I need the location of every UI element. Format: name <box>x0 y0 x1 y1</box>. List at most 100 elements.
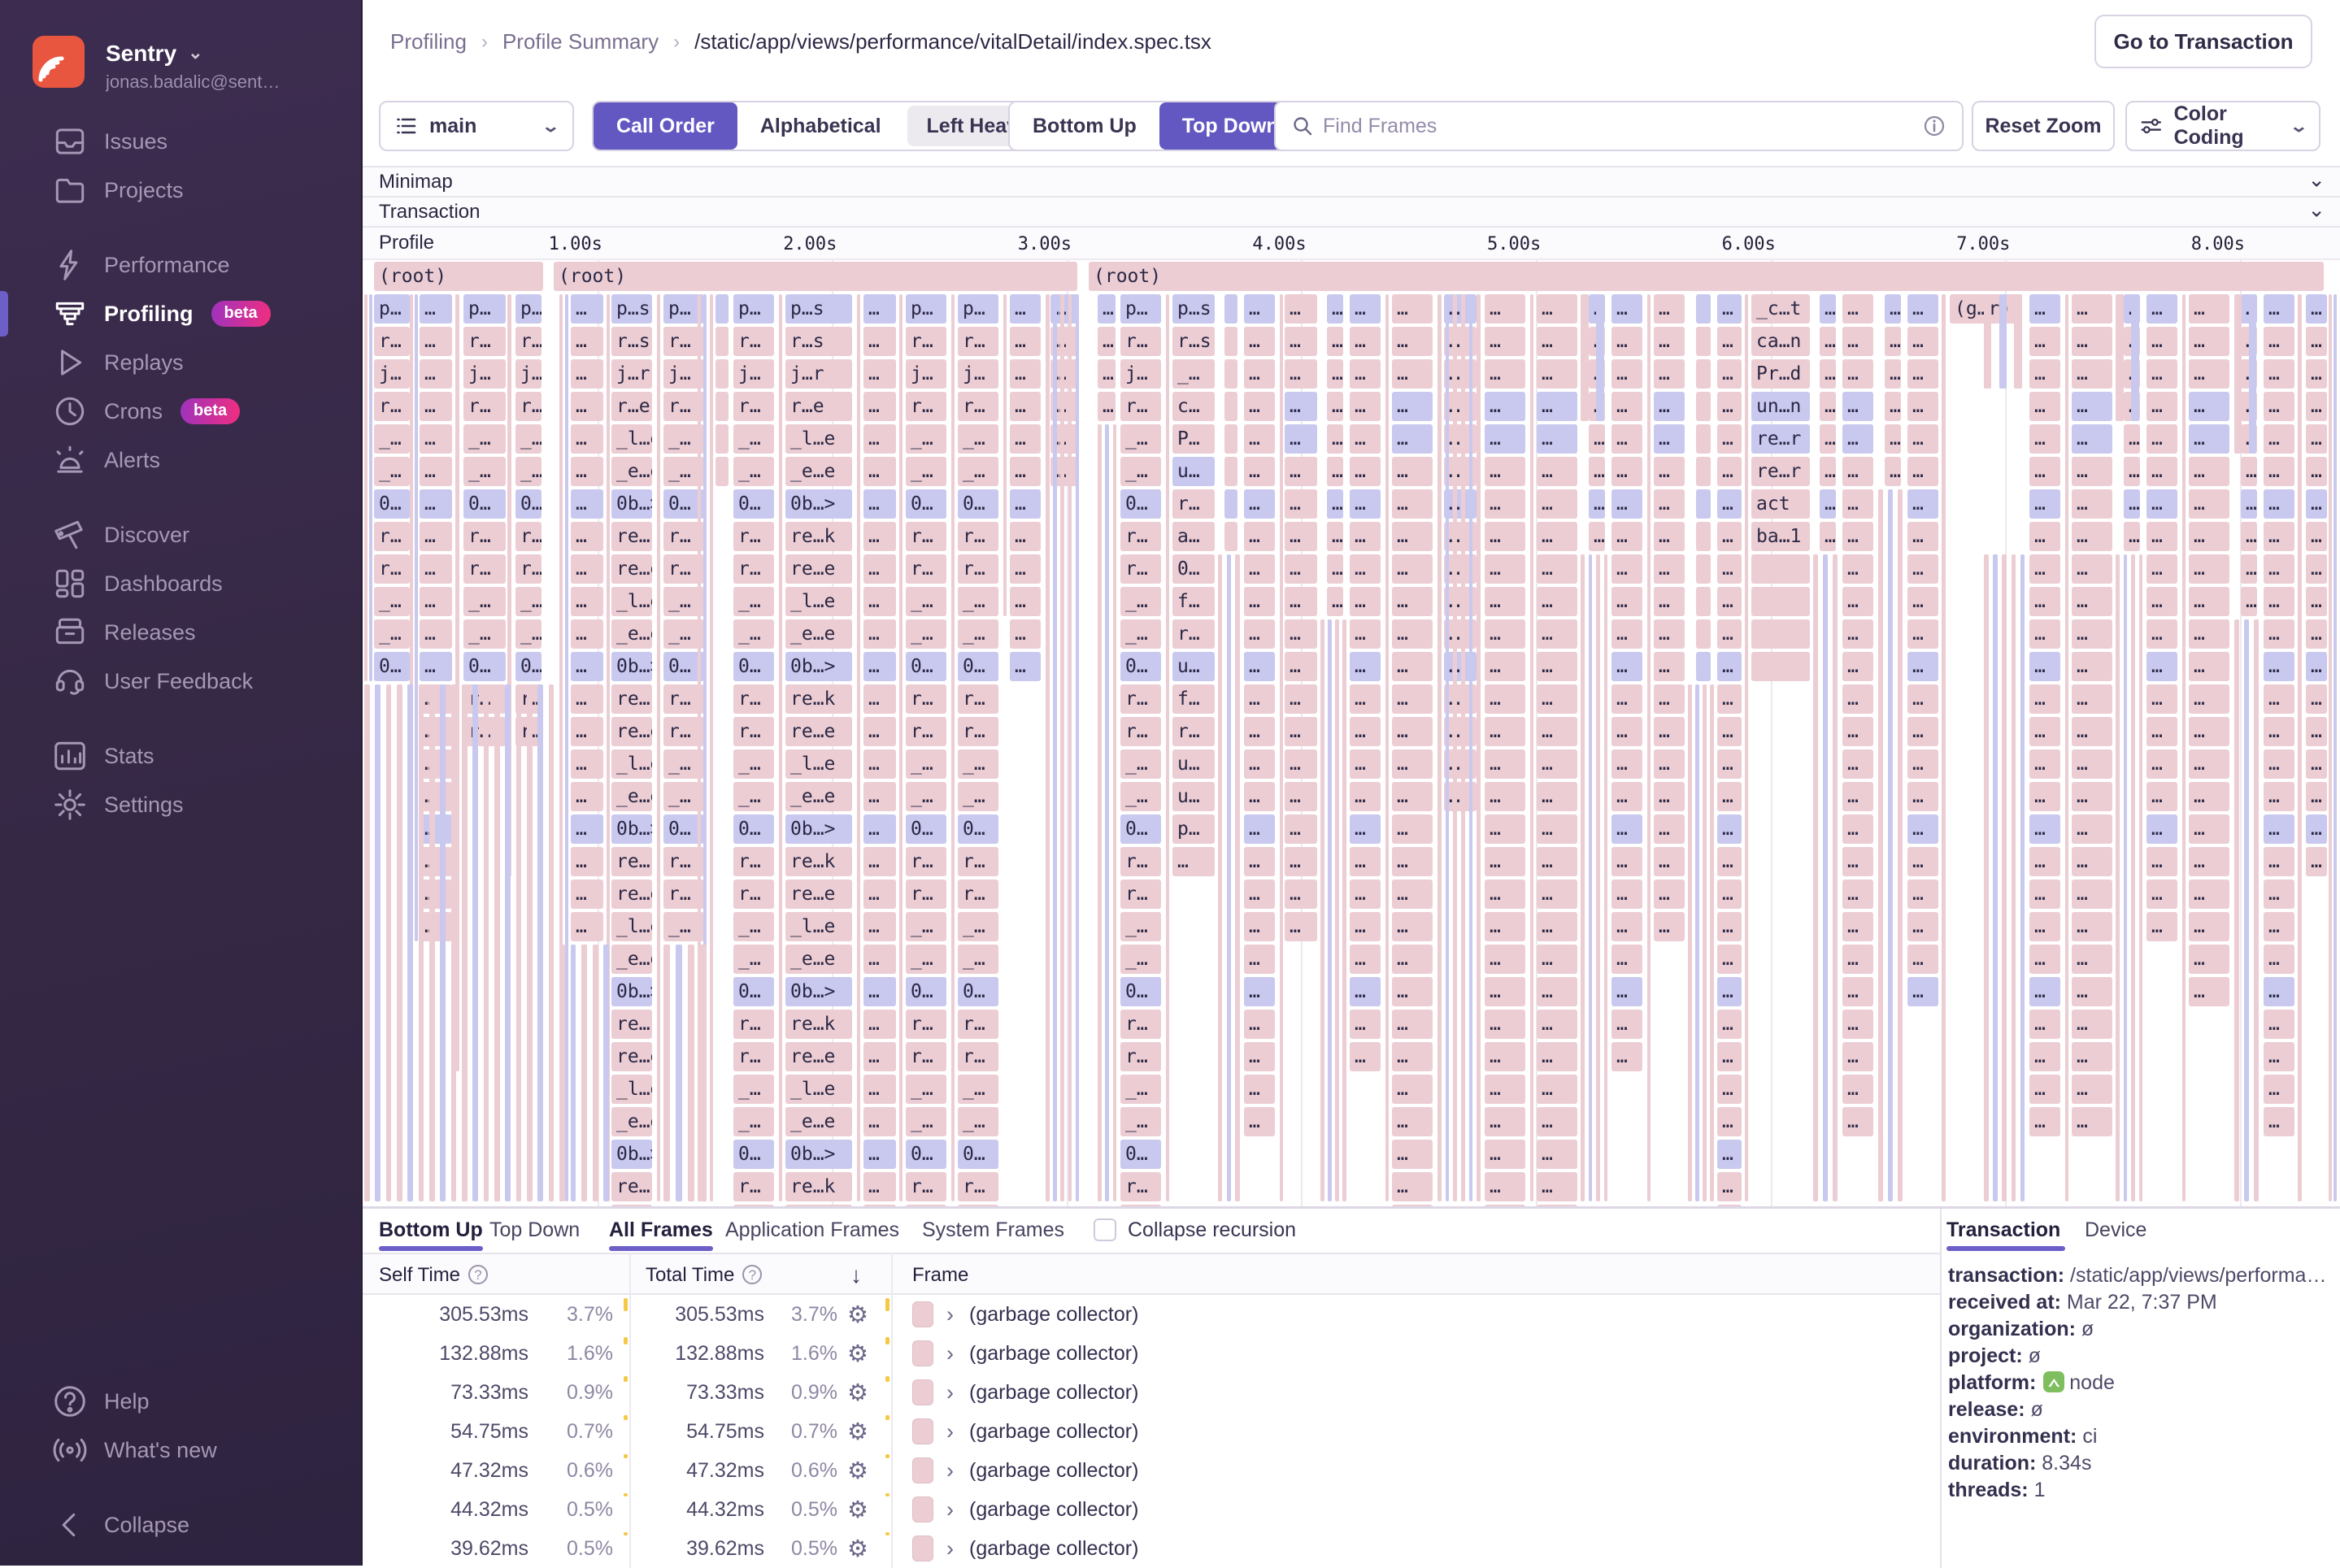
flame-frame[interactable]: … <box>571 554 603 584</box>
flame-frame[interactable] <box>1696 522 1711 551</box>
flame-frame[interactable]: _… <box>1120 782 1161 811</box>
go-to-transaction-button[interactable]: Go to Transaction <box>2094 15 2312 68</box>
flame-frame[interactable]: … <box>2264 945 2294 974</box>
flame-frame[interactable]: … <box>1392 327 1433 356</box>
flame-frame[interactable]: … <box>1285 457 1317 486</box>
flame-frame[interactable] <box>715 327 729 356</box>
flame-frame[interactable]: _… <box>958 912 998 941</box>
sort-desc-icon[interactable]: ↓ <box>850 1262 862 1288</box>
flame-frame[interactable]: … <box>1392 684 1433 714</box>
flame-frame-thin[interactable] <box>1984 294 1992 389</box>
flame-frame[interactable]: … <box>2029 1010 2060 1039</box>
flame-frame[interactable]: … <box>2306 782 2327 811</box>
flame-frame[interactable]: _… <box>958 1075 998 1104</box>
flame-frame-thin[interactable] <box>1581 554 1585 1201</box>
flame-frame[interactable] <box>1696 652 1711 681</box>
flame-frame[interactable]: … <box>1392 717 1433 746</box>
flame-frame-thin[interactable] <box>1823 554 1828 1201</box>
flame-frame-thin[interactable] <box>1993 554 1998 1201</box>
flame-frame[interactable]: … <box>1285 619 1317 649</box>
flame-frame[interactable]: … <box>2124 522 2140 551</box>
table-row[interactable]: 44.32ms 0.5% 44.32ms 0.5% ⚙ › (garbage collect… <box>363 1490 1940 1529</box>
flame-frame[interactable]: … <box>1907 359 1938 389</box>
flame-frame-thin[interactable] <box>397 684 402 1201</box>
flame-frame[interactable]: … <box>2264 814 2294 844</box>
flame-frame[interactable]: … <box>1654 619 1685 649</box>
flame-frame[interactable]: … <box>2029 554 2060 584</box>
flame-frame[interactable]: … <box>1907 912 1938 941</box>
flame-frame[interactable]: … <box>571 847 603 876</box>
flame-frame-thin[interactable] <box>1710 684 1714 1201</box>
flame-frame[interactable] <box>1224 392 1237 421</box>
flame-frame[interactable]: … <box>1537 392 1577 421</box>
flame-frame[interactable]: … <box>2189 489 2229 519</box>
flame-frame[interactable]: … <box>1842 717 1873 746</box>
flame-frame[interactable]: … <box>863 814 896 844</box>
flame-frame-thin[interactable] <box>2020 554 2025 1201</box>
flame-frame[interactable]: … <box>571 424 603 454</box>
flame-frame[interactable]: … <box>1010 652 1041 681</box>
flame-frame-thin[interactable] <box>1596 554 1600 1201</box>
flame-frame[interactable]: … <box>1842 424 1873 454</box>
chevron-right-icon[interactable]: › <box>946 1458 954 1483</box>
flame-frame[interactable]: … <box>2264 880 2294 909</box>
flame-frame[interactable]: _l…e <box>785 912 852 941</box>
flame-frame[interactable]: … <box>2264 294 2294 324</box>
flame-frame[interactable]: … <box>1327 294 1343 324</box>
flame-frame[interactable]: … <box>1485 814 1525 844</box>
flame-frame[interactable]: … <box>2146 814 2177 844</box>
flame-frame-thin[interactable] <box>1695 684 1699 1201</box>
flame-frame[interactable]: … <box>1392 1075 1433 1104</box>
flame-frame[interactable]: r… <box>733 847 774 876</box>
flame-frame-thin[interactable] <box>1745 294 1748 1201</box>
flame-frame[interactable]: … <box>2189 327 2229 356</box>
flame-frame[interactable]: … <box>1350 717 1381 746</box>
flame-frame[interactable]: … <box>2072 1042 2112 1071</box>
flame-frame[interactable]: r… <box>515 392 542 421</box>
flame-frame[interactable]: 0… <box>906 489 946 519</box>
flame-frame[interactable]: 0… <box>515 489 542 519</box>
flame-frame[interactable]: … <box>2072 392 2112 421</box>
flame-frame[interactable]: … <box>2306 327 2327 356</box>
flame-frame[interactable]: 0… <box>733 1140 774 1169</box>
flame-frame[interactable]: … <box>1654 814 1685 844</box>
flame-frame[interactable]: … <box>1654 717 1685 746</box>
flame-frame[interactable]: … <box>863 327 896 356</box>
flame-frame[interactable]: … <box>1392 782 1433 811</box>
flame-frame[interactable]: _… <box>733 782 774 811</box>
flame-frame[interactable]: … <box>1589 522 1605 551</box>
flame-frame[interactable]: … <box>2072 619 2112 649</box>
flame-frame[interactable]: … <box>863 457 896 486</box>
flame-frame[interactable]: … <box>1537 619 1577 649</box>
flame-frame-thin[interactable] <box>472 684 478 1201</box>
flame-frame[interactable]: … <box>1654 489 1685 519</box>
flame-frame-thin[interactable] <box>429 684 435 1201</box>
flame-frame[interactable]: … <box>1717 847 1742 876</box>
flame-frame[interactable]: r…e <box>785 392 852 421</box>
flame-frame[interactable]: … <box>1485 327 1525 356</box>
flame-frame[interactable]: re…r <box>1751 424 1810 454</box>
flame-frame-thin[interactable] <box>2138 554 2143 1201</box>
flame-frame[interactable]: … <box>1907 522 1938 551</box>
flame-frame[interactable]: … <box>1010 392 1041 421</box>
flame-frame[interactable]: … <box>1285 814 1317 844</box>
flame-frame[interactable]: re…k <box>785 1172 852 1201</box>
flame-frame[interactable]: … <box>1717 1107 1742 1136</box>
flame-frame[interactable]: _… <box>906 424 946 454</box>
flame-frame[interactable]: r… <box>958 1042 998 1071</box>
flame-frame[interactable]: … <box>1327 554 1343 584</box>
flame-frame[interactable]: … <box>2241 522 2257 551</box>
flame-frame[interactable]: _… <box>1120 619 1161 649</box>
chevron-down-icon[interactable]: ⌄ <box>2307 167 2325 192</box>
flame-frame[interactable]: r… <box>906 522 946 551</box>
flame-frame-thin[interactable] <box>375 684 381 1201</box>
chevron-right-icon[interactable]: › <box>946 1536 954 1561</box>
flame-frame[interactable]: … <box>1654 880 1685 909</box>
flame-frame[interactable]: … <box>1842 1042 1873 1071</box>
flame-frame[interactable]: … <box>1842 1010 1873 1039</box>
flame-frame[interactable]: r… <box>733 1172 774 1201</box>
flame-frame-thin[interactable] <box>1461 294 1465 1201</box>
flame-frame[interactable]: … <box>1485 912 1525 941</box>
flame-frame[interactable]: … <box>1611 977 1642 1006</box>
flame-frame[interactable]: r… <box>733 880 774 909</box>
